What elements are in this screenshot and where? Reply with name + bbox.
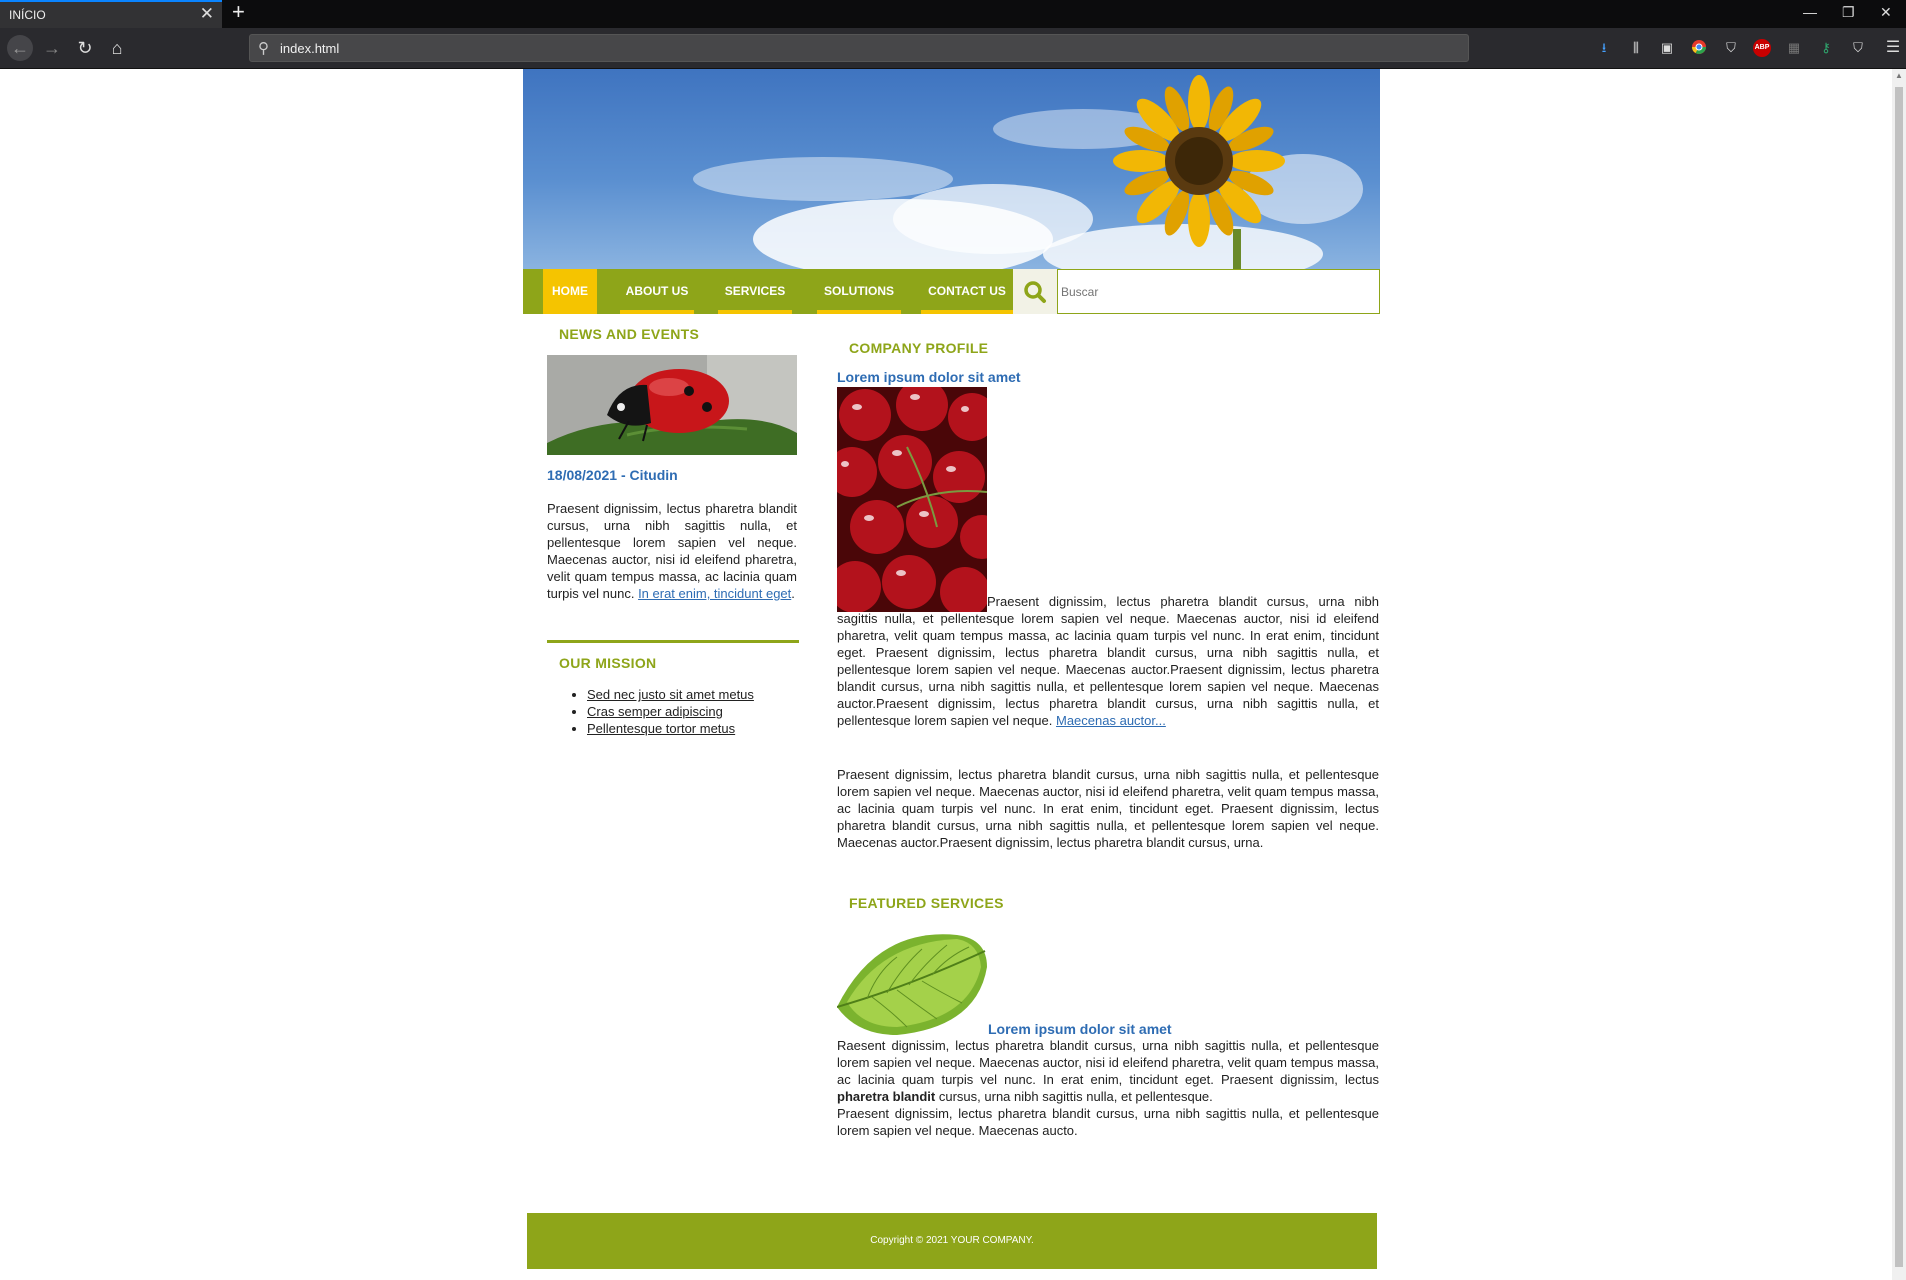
nav-services[interactable]: SERVICES [718, 269, 792, 314]
close-tab-icon[interactable]: ✕ [200, 1, 214, 27]
featured-body-2: cursus, urna nibh sagittis nulla, et pel… [938, 1089, 1213, 1104]
mission-link[interactable]: Pellentesque tortor metus [587, 721, 735, 736]
download-icon[interactable]: ⭳ [1595, 39, 1613, 57]
home-icon[interactable]: ⌂ [104, 35, 130, 61]
news-text: Praesent dignissim, lectus pharetra blan… [547, 500, 797, 602]
news-link-tail: . [791, 586, 795, 601]
featured-text: Raesent dignissim, lectus pharetra bland… [837, 1037, 1379, 1139]
search-input[interactable] [1057, 269, 1380, 314]
nav-solutions[interactable]: SOLUTIONS [817, 269, 901, 314]
news-heading: NEWS AND EVENTS [559, 326, 700, 342]
featured-body: Raesent dignissim, lectus pharetra bland… [837, 1038, 1379, 1087]
library-icon[interactable]: ⫼ [1627, 39, 1645, 57]
mission-item: Cras semper adipiscing [587, 703, 754, 720]
featured-bold-text: pharetra blandit [837, 1089, 936, 1104]
nav-services-label: SERVICES [724, 284, 786, 298]
new-tab-button[interactable]: + [232, 0, 245, 25]
header-banner [523, 69, 1380, 269]
mission-item: Pellentesque tortor metus [587, 720, 754, 737]
extension-icon[interactable]: ▦ [1785, 39, 1803, 57]
window-close-icon[interactable]: ✕ [1880, 0, 1892, 24]
nav-solutions-label: SOLUTIONS [823, 284, 894, 298]
ladybug-image [547, 355, 797, 455]
abp-icon[interactable]: ABP [1753, 39, 1771, 57]
privacy-icon[interactable]: ⛉ [1849, 39, 1867, 57]
browser-toolbar: ← → ↻ ⌂ ⚲ index.html ⭳ ⫼ ▣ ⛉ ABP ▦ ⚷ ⛉ ☰ [0, 28, 1906, 69]
minimize-icon[interactable]: — [1803, 0, 1817, 24]
menu-icon[interactable]: ☰ [1884, 39, 1902, 57]
mission-link[interactable]: Sed nec justo sit amet metus [587, 687, 754, 702]
mission-item: Sed nec justo sit amet metus [587, 686, 754, 703]
tab-title: INÍCIO [9, 8, 46, 22]
profile-body: Praesent dignissim, lectus pharetra blan… [837, 594, 1379, 728]
nav-home[interactable]: HOME [543, 269, 597, 314]
magnifier-icon [1024, 281, 1046, 303]
reload-icon[interactable]: ↻ [72, 35, 98, 61]
featured-body-3: Praesent dignissim, lectus pharetra blan… [837, 1106, 1379, 1138]
search-icon: ⚲ [258, 40, 269, 57]
mission-link[interactable]: Cras semper adipiscing [587, 704, 723, 719]
copyright-text: Copyright © 2021 YOUR COMPANY. [870, 1235, 1034, 1246]
sidebar-icon[interactable]: ▣ [1658, 39, 1676, 57]
nav-home-label: HOME [552, 284, 588, 298]
nav-contact-us[interactable]: CONTACT US [921, 269, 1013, 314]
sunflower-sky-image [693, 75, 1363, 269]
leaf-image [837, 927, 987, 1035]
nav-contact-us-label: CONTACT US [928, 284, 1006, 298]
profile-heading: COMPANY PROFILE [849, 340, 989, 356]
news-date: 18/08/2021 - Citudin [547, 467, 678, 483]
main-menu: HOME ABOUT US SERVICES SOLUTIONS CONTACT… [523, 269, 1013, 314]
nav-about-us[interactable]: ABOUT US [620, 269, 694, 314]
url-bar[interactable]: ⚲ index.html [249, 34, 1469, 62]
back-icon[interactable]: ← [7, 35, 33, 61]
page-scrollbar[interactable]: ▲ [1892, 69, 1906, 1280]
cherries-image [837, 387, 987, 612]
mission-heading: OUR MISSION [559, 655, 657, 671]
profile-title: Lorem ipsum dolor sit amet [837, 369, 1021, 385]
chrome-icon[interactable] [1690, 39, 1708, 57]
restore-icon[interactable]: ❐ [1842, 0, 1855, 24]
key-icon[interactable]: ⚷ [1817, 39, 1835, 57]
scroll-thumb[interactable] [1895, 87, 1903, 1267]
news-link[interactable]: In erat enim, tincidunt eget [638, 586, 791, 601]
tab-bar: INÍCIO ✕ + — ❐ ✕ [0, 0, 1906, 28]
profile-link[interactable]: Maecenas auctor... [1056, 713, 1166, 728]
mission-list: Sed nec justo sit amet metus Cras semper… [547, 686, 754, 737]
divider [547, 640, 799, 643]
scroll-up-icon[interactable]: ▲ [1895, 71, 1903, 80]
profile-text-2: Praesent dignissim, lectus pharetra blan… [837, 767, 1379, 850]
footer: Copyright © 2021 YOUR COMPANY. [527, 1213, 1377, 1269]
featured-heading: FEATURED SERVICES [849, 895, 1004, 911]
url-text[interactable]: index.html [280, 41, 339, 56]
profile-text: Praesent dignissim, lectus pharetra blan… [837, 593, 1379, 729]
search-button[interactable] [1013, 269, 1057, 314]
tab-inicio[interactable]: INÍCIO ✕ [0, 0, 222, 28]
nav-about-us-label: ABOUT US [625, 284, 689, 298]
shield-icon[interactable]: ⛉ [1722, 39, 1740, 57]
forward-icon[interactable]: → [39, 35, 65, 61]
featured-title: Lorem ipsum dolor sit amet [988, 1021, 1172, 1037]
